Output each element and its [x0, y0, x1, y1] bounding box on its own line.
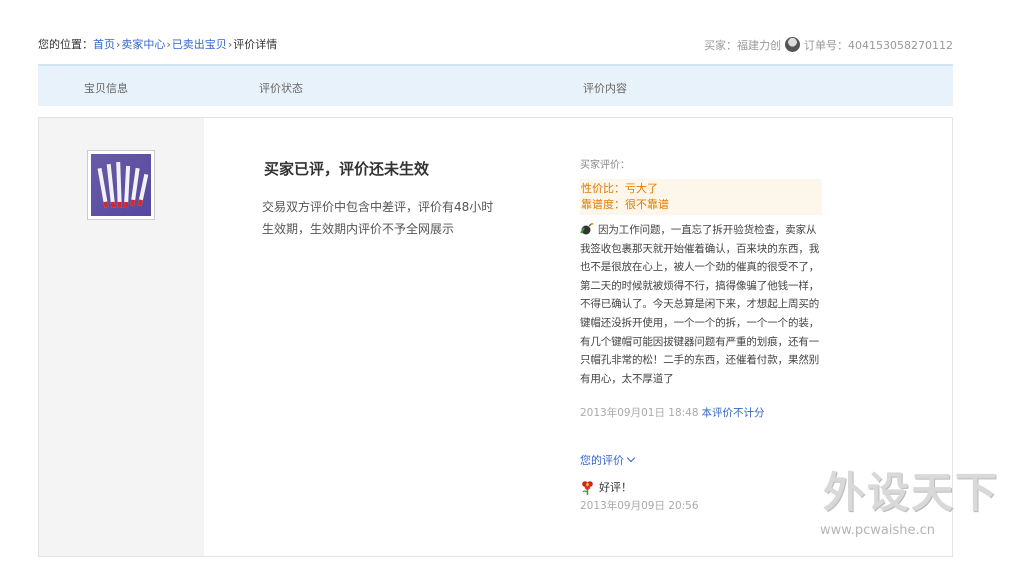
chevron-down-icon — [626, 453, 636, 463]
header-item-info: 宝贝信息 — [84, 82, 128, 95]
reply-text: 好评！ — [599, 481, 632, 494]
buyer-name[interactable]: 福建力创 — [737, 37, 781, 53]
status-title: 买家已评，评价还未生效 — [264, 160, 430, 178]
rating-reliability: 靠谱度：很不靠谱 — [581, 198, 669, 211]
header-eval-content: 评价内容 — [583, 82, 627, 95]
order-number: 404153058270112 — [848, 38, 953, 52]
watermark-logo: 外设天下 — [823, 468, 1013, 528]
breadcrumb-current: 评价详情 — [233, 38, 278, 51]
breadcrumb: 您的位置：首页›卖家中心›已卖出宝贝›评价详情 — [38, 36, 277, 52]
watermark-text: 外设天下 — [823, 468, 1000, 517]
rating-value-for-money: 性价比：亏大了 — [581, 182, 658, 195]
status-description: 交易双方评价中包含中差评，评价有48小时生效期，生效期内评价不予全网展示 — [262, 200, 494, 236]
table-header: 宝贝信息 评价状态 评价内容 — [38, 64, 953, 106]
header-eval-status: 评价状态 — [259, 82, 303, 95]
order-meta: 买家： 福建力创 订单号： 404153058270112 — [704, 36, 953, 53]
item-image — [91, 154, 151, 216]
buyer-label: 买家： — [704, 39, 738, 52]
breadcrumb-link-home[interactable]: 首页 — [93, 38, 115, 51]
breadcrumb-separator: › — [227, 38, 233, 51]
your-evaluation-label: 您的评价 — [580, 454, 624, 467]
flower-icon — [582, 480, 593, 495]
evaluation-detail-row: 买家已评，评价还未生效 交易双方评价中包含中差评，评价有48小时生效期，生效期内… — [38, 117, 953, 557]
your-evaluation-toggle[interactable]: 您的评价 — [580, 452, 636, 468]
item-info-column — [39, 118, 204, 556]
rating-tags: 性价比：亏大了 靠谱度：很不靠谱 — [580, 179, 822, 215]
no-score-note[interactable]: 本评价不计分 — [702, 407, 765, 419]
breadcrumb-link-seller-center[interactable]: 卖家中心 — [121, 38, 165, 51]
watermark-url: www.pcwaishe.cn — [820, 523, 935, 538]
breadcrumb-link-sold-items[interactable]: 已卖出宝贝 — [172, 38, 227, 51]
breadcrumb-prefix: 您的位置： — [38, 38, 93, 51]
item-thumbnail[interactable] — [87, 150, 155, 220]
comment-text: 因为工作问题，一直忘了拆开验货检查，卖家从我签收包裹那天就开始催着确认，百来块的… — [580, 224, 820, 385]
bomb-icon — [580, 223, 594, 235]
seller-reply: 好评！ — [580, 479, 632, 495]
comment-time: 2013年09月01日 18:48 本评价不计分 — [580, 405, 765, 420]
buyer-evaluation-label: 买家评价： — [580, 160, 630, 171]
avatar-icon[interactable] — [785, 36, 801, 52]
breadcrumb-separator: › — [116, 38, 121, 51]
comment-timestamp: 2013年09月01日 18:48 — [580, 407, 699, 419]
breadcrumb-separator: › — [166, 38, 171, 51]
order-label: 订单号： — [804, 39, 849, 52]
reply-time: 2013年09月09日 20:56 — [580, 500, 699, 512]
buyer-comment: 因为工作问题，一直忘了拆开验货检查，卖家从我签收包裹那天就开始催着确认，百来块的… — [580, 221, 822, 388]
